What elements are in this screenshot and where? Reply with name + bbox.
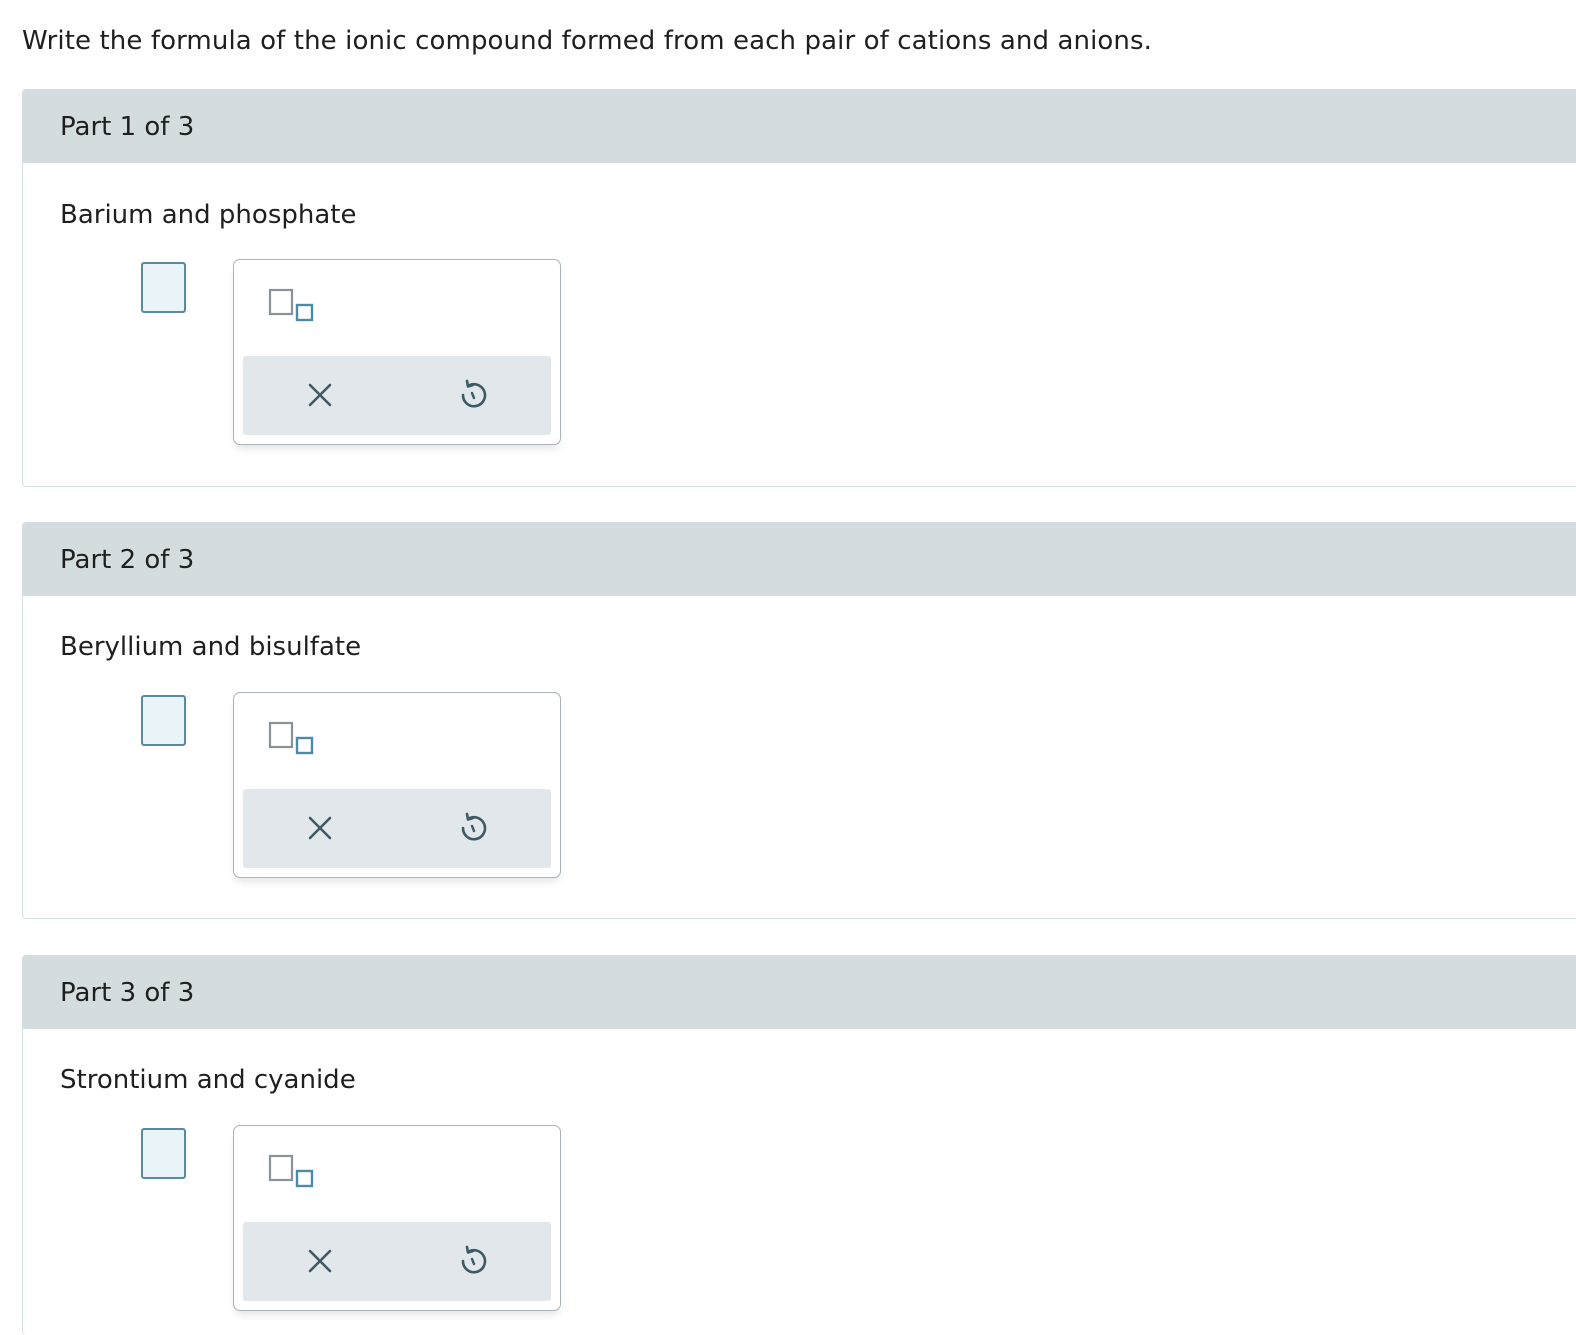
part-1-panel: Part 1 of 3 Barium and phosphate <box>22 89 1576 487</box>
part-1-tool-palette <box>233 259 561 445</box>
part-2-header-label: Part 2 of 3 <box>60 544 195 575</box>
instruction-text: Write the formula of the ionic compound … <box>22 26 1152 56</box>
subscript-template-icon[interactable] <box>268 721 318 757</box>
part-2-answer-input[interactable] <box>141 695 186 746</box>
subscript-template-icon[interactable] <box>268 1154 318 1190</box>
undo-icon[interactable] <box>455 1243 491 1279</box>
part-3-palette-actions <box>243 1222 551 1301</box>
part-3-tool-palette <box>233 1125 561 1311</box>
part-1-prompt: Barium and phosphate <box>60 200 357 230</box>
close-icon[interactable] <box>303 378 337 412</box>
close-icon[interactable] <box>303 1244 337 1278</box>
close-icon[interactable] <box>303 811 337 845</box>
undo-icon[interactable] <box>455 810 491 846</box>
part-2-palette-actions <box>243 789 551 868</box>
part-2-header: Part 2 of 3 <box>23 523 1576 596</box>
part-3-prompt: Strontium and cyanide <box>60 1065 356 1095</box>
part-2-panel: Part 2 of 3 Beryllium and bisulfate <box>22 522 1576 919</box>
part-3-answer-input[interactable] <box>141 1128 186 1179</box>
part-1-answer-input[interactable] <box>141 262 186 313</box>
part-1-header-label: Part 1 of 3 <box>60 111 195 142</box>
part-3-header-label: Part 3 of 3 <box>60 977 195 1008</box>
subscript-template-icon[interactable] <box>268 288 318 324</box>
part-1-palette-actions <box>243 356 551 435</box>
part-2-tool-palette <box>233 692 561 878</box>
part-3-header: Part 3 of 3 <box>23 956 1576 1029</box>
part-2-prompt: Beryllium and bisulfate <box>60 632 362 662</box>
undo-icon[interactable] <box>455 377 491 413</box>
part-1-header: Part 1 of 3 <box>23 90 1576 163</box>
part-3-panel: Part 3 of 3 Strontium and cyanide <box>22 955 1576 1335</box>
